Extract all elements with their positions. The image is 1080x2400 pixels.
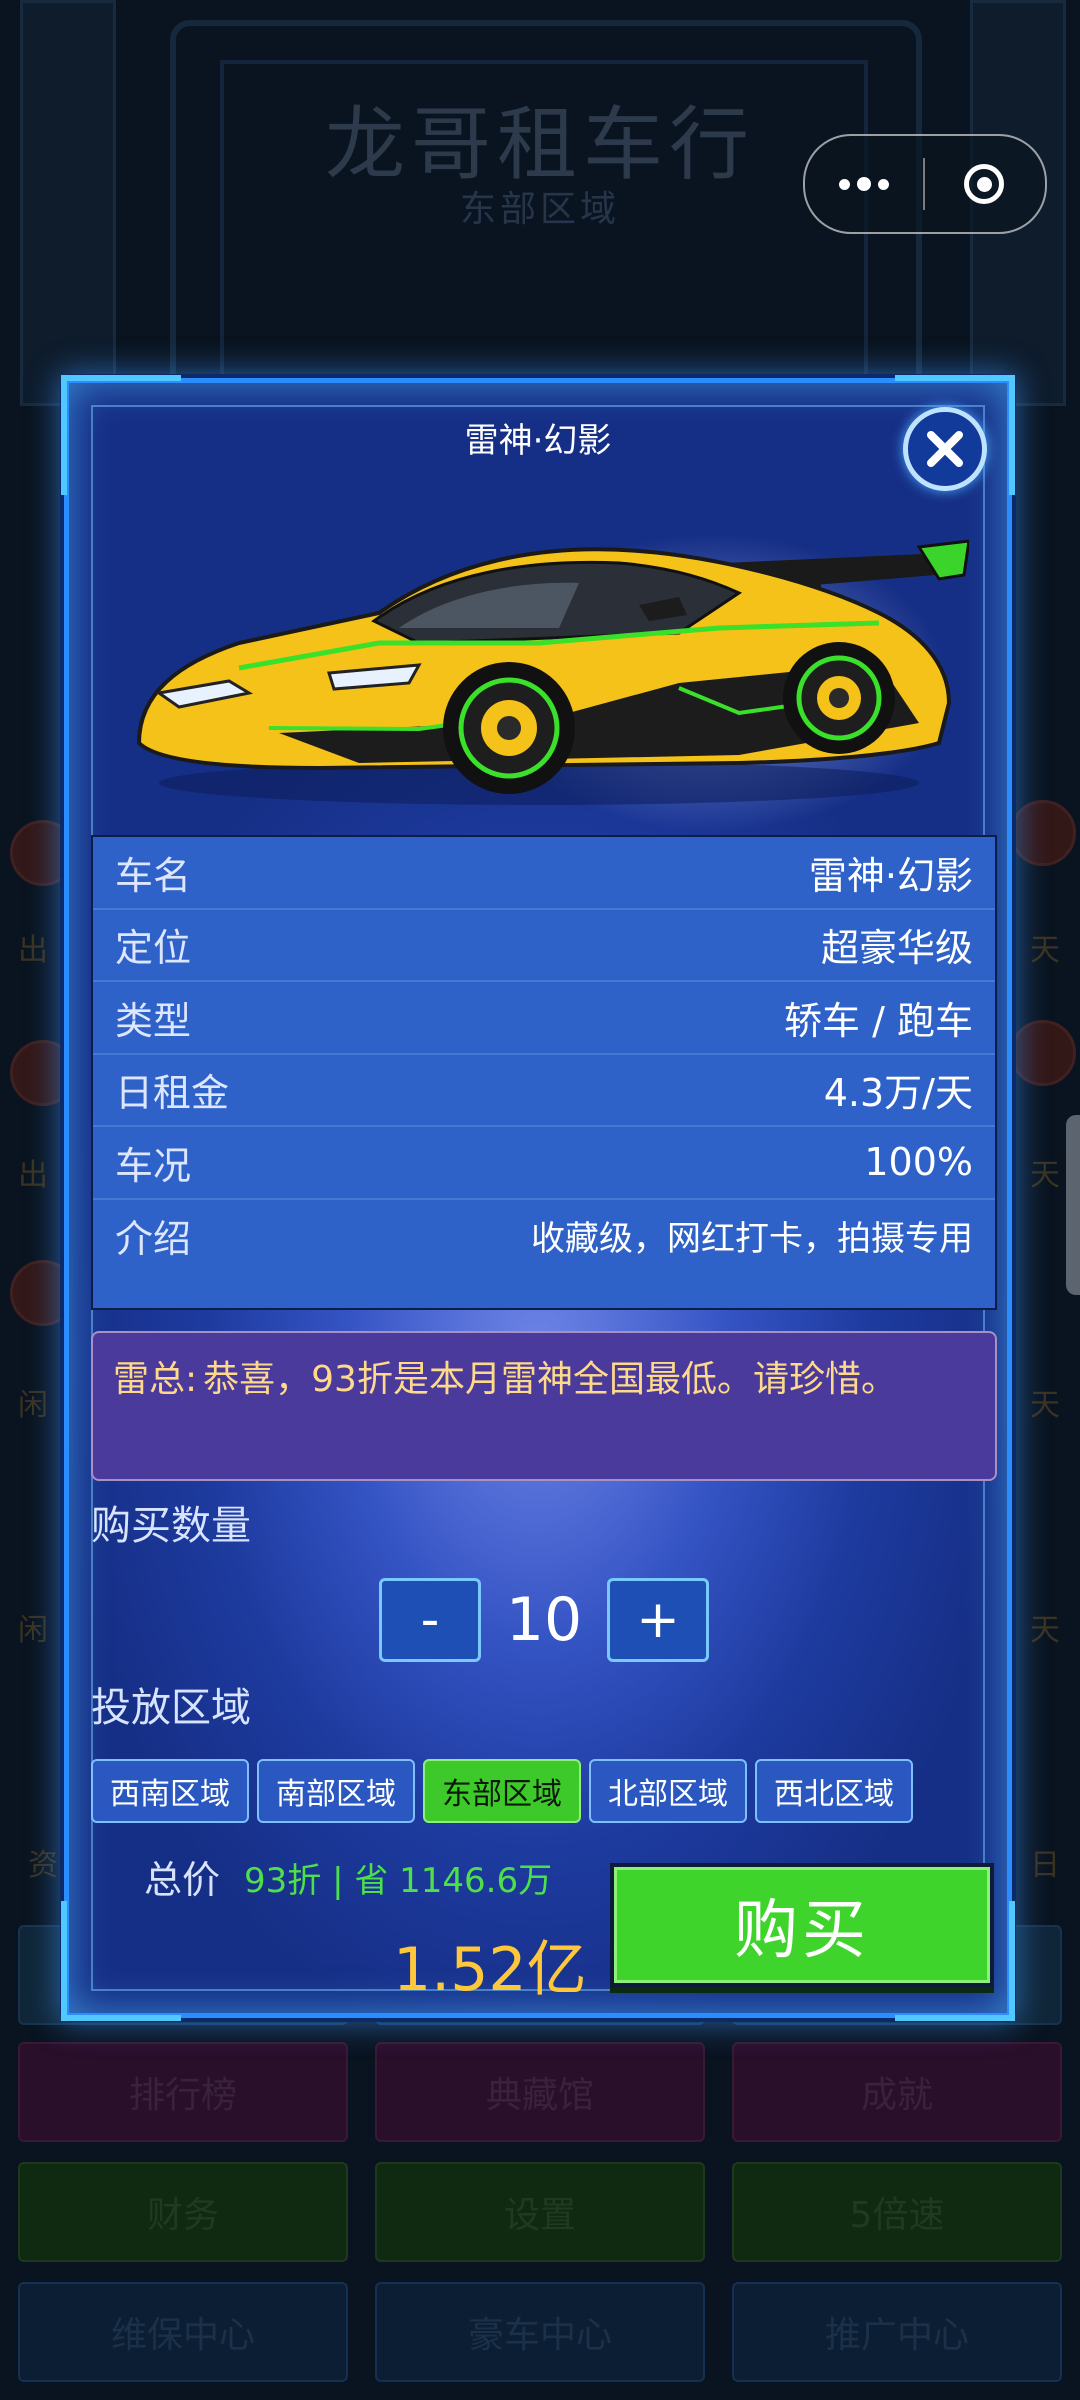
increase-button[interactable]: + bbox=[607, 1578, 709, 1662]
region-option-northwest[interactable]: 西北区域 bbox=[755, 1759, 913, 1823]
bg-button-row: 财务 设置 5倍速 bbox=[18, 2162, 1062, 2262]
region-option-east[interactable]: 东部区域 bbox=[423, 1759, 581, 1823]
bg-maintenance-button[interactable]: 维保中心 bbox=[18, 2282, 348, 2382]
info-label: 车名 bbox=[115, 853, 192, 898]
buy-button[interactable]: 购买 bbox=[610, 1863, 994, 1987]
message-speaker: 雷总: bbox=[113, 1359, 198, 1400]
dealer-message: 雷总: 恭喜，93折是本月雷神全国最低。请珍惜。 bbox=[91, 1331, 997, 1481]
car-image bbox=[119, 493, 969, 833]
info-label: 定位 bbox=[115, 926, 192, 971]
dialog-title: 雷神·幻影 bbox=[464, 421, 612, 461]
info-label: 类型 bbox=[115, 998, 192, 1043]
target-circle-icon[interactable] bbox=[925, 136, 1043, 232]
bg-promotion-button[interactable]: 推广中心 bbox=[732, 2282, 1062, 2382]
info-label: 介绍 bbox=[115, 1217, 192, 1262]
decrease-button[interactable]: - bbox=[379, 1578, 481, 1662]
bg-button-row: 维保中心 豪车中心 推广中心 bbox=[18, 2282, 1062, 2382]
quantity-stepper: - 10 + bbox=[379, 1576, 709, 1664]
supercar-illustration bbox=[136, 539, 969, 805]
side-drawer-handle[interactable] bbox=[1066, 1115, 1080, 1295]
bg-ranking-button[interactable]: 排行榜 bbox=[18, 2042, 348, 2142]
info-value: 轿车 / 跑车 bbox=[784, 998, 973, 1043]
frame-corner-ornament bbox=[61, 1901, 181, 2021]
bg-finance-button[interactable]: 财务 bbox=[18, 2162, 348, 2262]
bg-side-label: 出 bbox=[18, 933, 48, 968]
info-value: 雷神·幻影 bbox=[808, 853, 973, 898]
bg-side-label: 出 bbox=[18, 1158, 48, 1193]
info-row-daily-rent: 日租金 4.3万/天 bbox=[93, 1055, 995, 1127]
info-row-description: 介绍 收藏级，网红打卡，拍摄专用 bbox=[93, 1200, 995, 1273]
bg-settings-button[interactable]: 设置 bbox=[375, 2162, 705, 2262]
close-button[interactable] bbox=[903, 407, 987, 491]
close-icon bbox=[927, 431, 963, 467]
bg-side-label: 天 bbox=[1030, 933, 1060, 968]
info-value: 4.3万/天 bbox=[823, 1071, 973, 1116]
total-price: 1.52亿 bbox=[393, 1935, 587, 2005]
bg-achievements-button[interactable]: 成就 bbox=[732, 2042, 1062, 2142]
region-option-north[interactable]: 北部区域 bbox=[589, 1759, 747, 1823]
bg-side-label: 闲 bbox=[18, 1388, 48, 1423]
bg-side-label: 闲 bbox=[18, 1613, 48, 1648]
info-value: 超豪华级 bbox=[820, 926, 973, 971]
more-dots-icon[interactable] bbox=[805, 136, 923, 232]
car-purchase-dialog: 雷神·幻影 车名 雷神·幻影 定位 超豪华级 类型 轿车 / 跑车 日租金 4.… bbox=[61, 375, 1015, 2021]
info-row-type: 类型 轿车 / 跑车 bbox=[93, 982, 995, 1055]
info-value: 100% bbox=[864, 1140, 973, 1185]
car-info-table: 车名 雷神·幻影 定位 超豪华级 类型 轿车 / 跑车 日租金 4.3万/天 车… bbox=[91, 835, 997, 1310]
bg-luxury-button[interactable]: 豪车中心 bbox=[375, 2282, 705, 2382]
region-option-south[interactable]: 南部区域 bbox=[257, 1759, 415, 1823]
bg-car-icon bbox=[1010, 1020, 1076, 1086]
bg-button-row: 排行榜 典藏馆 成就 bbox=[18, 2042, 1062, 2142]
message-text: 恭喜，93折是本月雷神全国最低。请珍惜。 bbox=[203, 1359, 897, 1400]
info-label: 车况 bbox=[115, 1143, 192, 1188]
bg-side-label: 天 bbox=[1030, 1388, 1060, 1423]
bg-side-label: 资 bbox=[28, 1848, 58, 1883]
bg-side-label: 天 bbox=[1030, 1613, 1060, 1648]
quantity-label: 购买数量 bbox=[91, 1503, 251, 1549]
info-row-class: 定位 超豪华级 bbox=[93, 910, 995, 982]
bg-car-icon bbox=[1010, 800, 1076, 866]
region-option-southwest[interactable]: 西南区域 bbox=[91, 1759, 249, 1823]
info-label: 日租金 bbox=[115, 1071, 230, 1116]
info-row-name: 车名 雷神·幻影 bbox=[93, 837, 995, 910]
total-label: 总价 bbox=[144, 1858, 221, 1902]
region-selector: 西南区域 南部区域 东部区域 北部区域 西北区域 bbox=[91, 1759, 913, 1823]
quantity-value: 10 bbox=[505, 1585, 583, 1655]
info-value: 收藏级，网红打卡，拍摄专用 bbox=[531, 1219, 973, 1260]
miniprogram-capsule bbox=[803, 134, 1047, 234]
region-label: 投放区域 bbox=[91, 1685, 251, 1731]
bg-side-label: 天 bbox=[1030, 1158, 1060, 1193]
info-row-condition: 车况 100% bbox=[93, 1127, 995, 1200]
bg-collection-button[interactable]: 典藏馆 bbox=[375, 2042, 705, 2142]
bg-speed-button[interactable]: 5倍速 bbox=[732, 2162, 1062, 2262]
bg-side-label: 日 bbox=[1030, 1848, 1060, 1883]
discount-info: 93折 | 省 1146.6万 bbox=[244, 1861, 553, 1901]
